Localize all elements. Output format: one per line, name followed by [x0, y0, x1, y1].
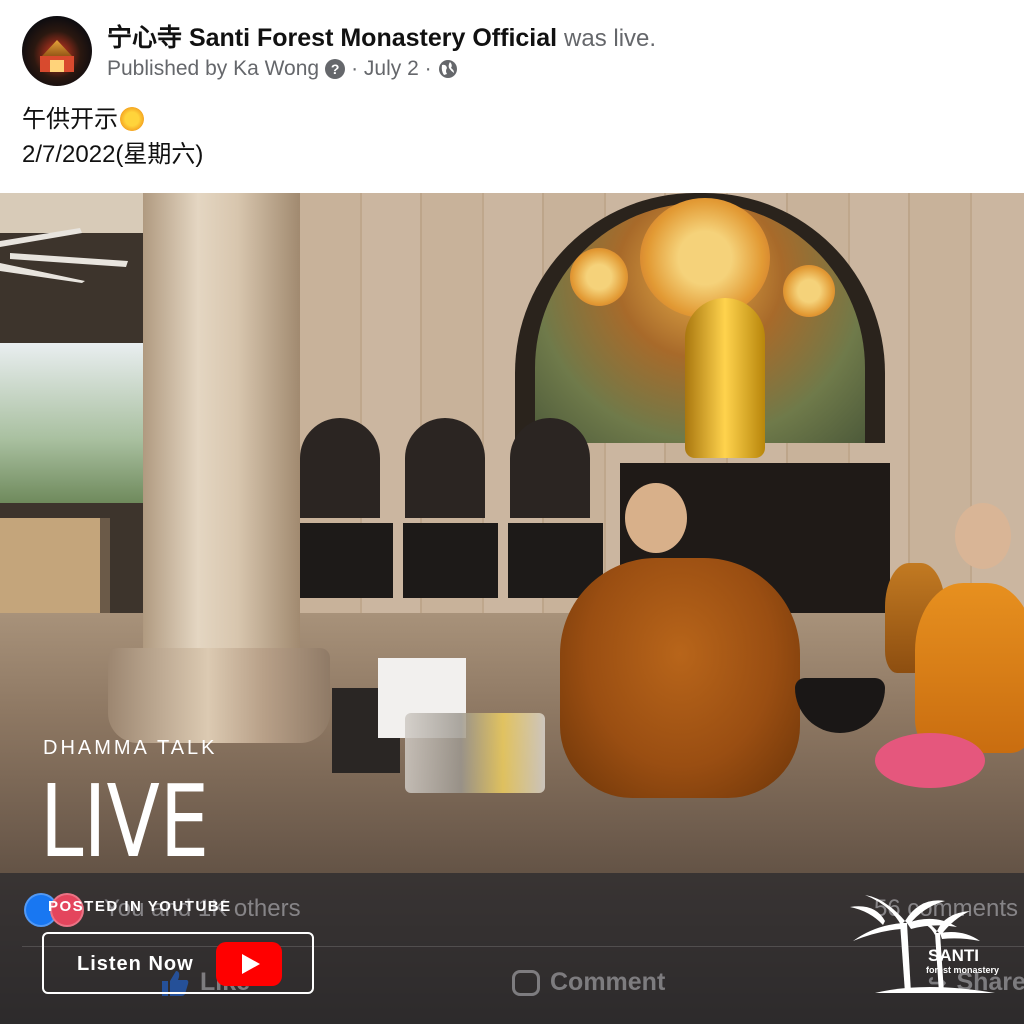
santi-logo-text: SANTI	[928, 946, 979, 965]
listen-now-button[interactable]: Listen Now	[42, 932, 314, 994]
marble-pillar	[143, 193, 300, 663]
buddha-halo	[640, 198, 770, 318]
listen-now-label: Listen Now	[77, 953, 194, 975]
golden-buddha-statue	[685, 298, 765, 458]
pink-container	[875, 733, 985, 788]
comment-bubble-icon	[512, 969, 540, 996]
globe-icon[interactable]	[438, 59, 458, 79]
monk-right	[915, 583, 1024, 753]
santi-palm-tree-logo	[850, 895, 995, 993]
live-status-text: was live.	[564, 25, 657, 52]
help-question-icon[interactable]: ?	[325, 59, 346, 79]
live-headline: LIVE	[40, 763, 210, 880]
plaque-1	[298, 523, 393, 598]
post-body: 午供开示 2/7/2022(星期六)	[22, 102, 203, 172]
statue-shrine-3	[510, 418, 590, 518]
disciple-halo-left	[570, 248, 628, 306]
window	[0, 343, 145, 503]
youtube-play-icon	[216, 942, 282, 986]
statue-shrine-2	[405, 418, 485, 518]
comment-label: Comment	[550, 968, 666, 996]
plaque-2	[403, 523, 498, 598]
comment-button[interactable]: Comment	[512, 968, 665, 997]
statue-shrine-1	[300, 418, 380, 518]
page-avatar[interactable]	[22, 16, 92, 86]
sun-emoji-icon	[120, 107, 144, 131]
cabinet	[0, 518, 110, 618]
disciple-halo-right	[783, 265, 835, 317]
monk-speaker	[560, 558, 800, 798]
post-meta: Published by Ka Wong ? · July 2 ·	[107, 57, 458, 81]
published-by-text[interactable]: Published by Ka Wong	[107, 57, 319, 81]
ceiling-fan-icon	[0, 228, 128, 283]
post-text-line-1: 午供开示	[22, 106, 118, 133]
category-label: DHAMMA TALK	[43, 737, 218, 759]
post-header: 宁心寺 Santi Forest Monastery Official was …	[0, 0, 1024, 193]
monk-speaker-head	[625, 483, 687, 553]
pillar-base	[108, 648, 330, 743]
santi-logo-subtext: forest monastery	[926, 965, 1000, 975]
posted-in-label: POSTED IN YOUTUBE	[48, 898, 232, 915]
post-text-line-2: 2/7/2022(星期六)	[22, 141, 204, 168]
page-name-link[interactable]: 宁心寺 Santi Forest Monastery Official	[107, 24, 557, 52]
food-offerings	[405, 713, 545, 793]
post-date[interactable]: · July 2 ·	[351, 57, 432, 81]
monk-right-head	[955, 503, 1011, 569]
post-title-line: 宁心寺 Santi Forest Monastery Official was …	[107, 18, 656, 54]
